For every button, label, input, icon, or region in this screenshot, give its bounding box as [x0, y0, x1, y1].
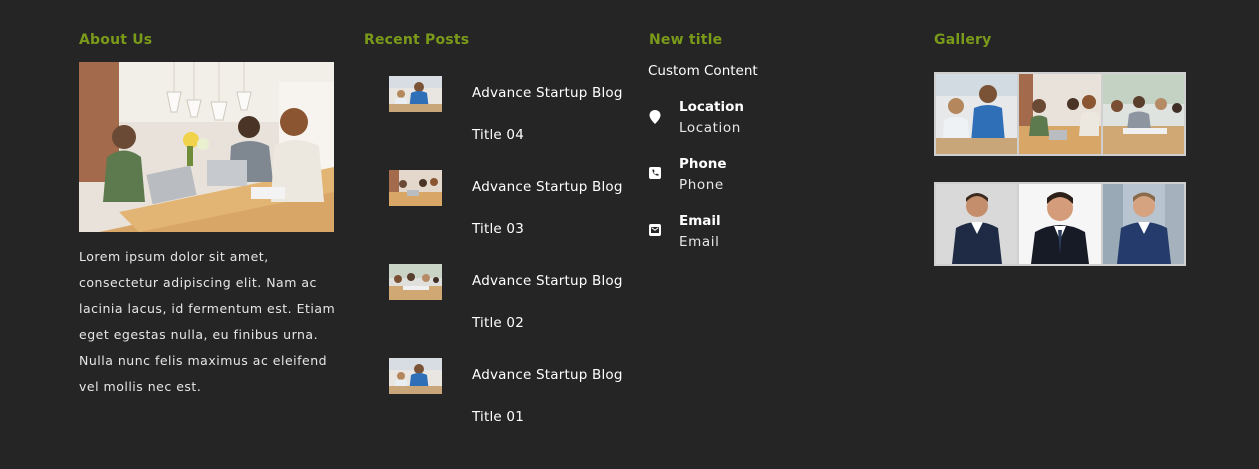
- phone-icon: [648, 166, 662, 180]
- contact-value: Email: [679, 234, 720, 250]
- post-thumbnail[interactable]: [389, 264, 442, 300]
- gallery-row-portraits: [934, 182, 1186, 266]
- envelope-icon: [648, 223, 662, 237]
- gallery-heading: Gallery: [934, 32, 992, 48]
- about-heading: About Us: [79, 32, 153, 48]
- map-pin-icon: [648, 109, 662, 124]
- gallery-image[interactable]: [1019, 74, 1101, 154]
- about-text: Lorem ipsum dolor sit amet, consectetur …: [79, 249, 336, 394]
- contact-email: Email Email: [648, 213, 848, 257]
- post-thumbnail[interactable]: [389, 76, 442, 112]
- contact-phone: Phone Phone: [648, 156, 848, 200]
- recent-post-item[interactable]: Advance Startup Blog Title 02: [389, 264, 629, 346]
- recent-post-item[interactable]: Advance Startup Blog Title 03: [389, 170, 629, 252]
- contact-label: Location: [679, 99, 744, 115]
- gallery-image[interactable]: [1102, 74, 1184, 154]
- post-thumbnail[interactable]: [389, 170, 442, 206]
- contact-label: Email: [679, 213, 721, 229]
- post-title[interactable]: Advance Startup Blog Title 04: [472, 72, 632, 156]
- gallery-image[interactable]: [1019, 184, 1101, 264]
- recent-post-item[interactable]: Advance Startup Blog Title 04: [389, 76, 629, 158]
- gallery-image[interactable]: [936, 184, 1018, 264]
- contact-location: Location Location: [648, 99, 848, 143]
- contact-value: Location: [679, 120, 741, 136]
- post-title[interactable]: Advance Startup Blog Title 03: [472, 166, 632, 250]
- gallery-image[interactable]: [1102, 184, 1184, 264]
- about-office-photo: [79, 62, 334, 232]
- contact-value: Phone: [679, 177, 724, 193]
- custom-content: Custom Content: [648, 63, 758, 79]
- recent-post-item[interactable]: Advance Startup Blog Title 01: [389, 358, 629, 440]
- gallery-image[interactable]: [936, 74, 1018, 154]
- post-title[interactable]: Advance Startup Blog Title 01: [472, 354, 632, 438]
- post-title[interactable]: Advance Startup Blog Title 02: [472, 260, 632, 344]
- recent-posts-heading: Recent Posts: [364, 32, 470, 48]
- gallery-row-office: [934, 72, 1186, 156]
- new-title-heading: New title: [649, 32, 723, 48]
- contact-label: Phone: [679, 156, 727, 172]
- post-thumbnail[interactable]: [389, 358, 442, 394]
